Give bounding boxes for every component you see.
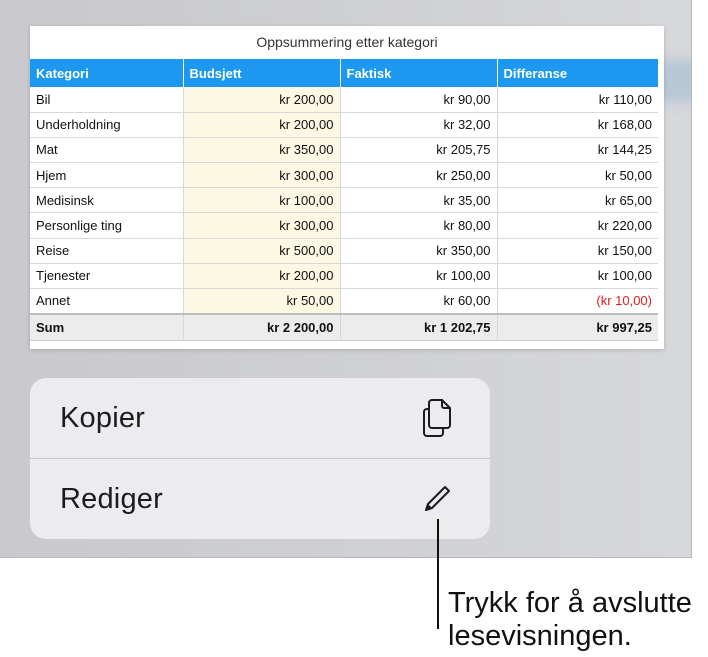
- table-row: Mat kr 350,00 kr 205,75 kr 144,25: [30, 137, 658, 164]
- budget-cell: kr 50,00: [182, 288, 340, 315]
- actual-cell: kr 90,00: [339, 87, 497, 113]
- category-cell: Mat: [30, 137, 183, 164]
- category-cell: Underholdning: [30, 112, 183, 138]
- callout-line-1: Trykk for å avslutte: [448, 587, 692, 619]
- actual-cell: kr 35,00: [339, 187, 497, 214]
- actual-cell: kr 60,00: [339, 288, 497, 315]
- difference-cell: kr 150,00: [496, 238, 658, 264]
- actual-cell: kr 350,00: [339, 238, 497, 264]
- table-row: Medisinsk kr 100,00 kr 35,00 kr 65,00: [30, 187, 658, 214]
- total-label: Sum: [30, 312, 183, 342]
- actual-cell: kr 80,00: [339, 212, 497, 239]
- copy-icon: [420, 398, 454, 438]
- category-cell: Annet: [30, 288, 183, 315]
- category-cell: Hjem: [30, 162, 183, 189]
- table-row: Bil kr 200,00 kr 90,00 kr 110,00: [30, 87, 658, 113]
- budget-cell: kr 200,00: [182, 263, 340, 290]
- table-row: Personlige ting kr 300,00 kr 80,00 kr 220,0…: [30, 212, 658, 239]
- summary-table-card: Oppsummering etter kategori Kategori Bud…: [30, 26, 664, 349]
- actual-cell: kr 100,00: [339, 263, 497, 290]
- difference-cell: kr 168,00: [496, 112, 658, 138]
- context-menu: Kopier Rediger: [30, 378, 490, 539]
- actual-cell: kr 32,00: [339, 112, 497, 138]
- column-header-actual: Faktisk: [339, 59, 497, 87]
- table-header-row: Kategori Budsjett Faktisk Differanse: [30, 59, 658, 87]
- difference-cell: kr 100,00: [496, 263, 658, 290]
- table-row: Underholdning kr 200,00 kr 32,00 kr 168,00: [30, 112, 658, 138]
- category-cell: Bil: [30, 87, 183, 113]
- copy-menu-item[interactable]: Kopier: [30, 378, 490, 458]
- copy-label: Kopier: [60, 401, 146, 434]
- table-title: Oppsummering etter kategori: [256, 34, 438, 50]
- edit-menu-item[interactable]: Rediger: [30, 459, 490, 539]
- column-header-category: Kategori: [30, 59, 183, 87]
- callout-line: [437, 519, 439, 629]
- category-cell: Reise: [30, 238, 183, 264]
- ipad-screen: Oppsummering etter kategori Kategori Bud…: [0, 0, 692, 558]
- budget-cell: kr 300,00: [182, 162, 340, 189]
- category-cell: Tjenester: [30, 263, 183, 290]
- budget-cell: kr 100,00: [182, 187, 340, 214]
- summary-table: Kategori Budsjett Faktisk Differanse Bil…: [30, 59, 658, 342]
- total-actual: kr 1 202,75: [339, 312, 497, 342]
- budget-cell: kr 200,00: [182, 87, 340, 113]
- actual-cell: kr 205,75: [339, 137, 497, 164]
- budget-cell: kr 500,00: [182, 238, 340, 264]
- category-cell: Medisinsk: [30, 187, 183, 214]
- actual-cell: kr 250,00: [339, 162, 497, 189]
- total-difference: kr 997,25: [496, 312, 658, 342]
- total-budget: kr 2 200,00: [182, 312, 340, 342]
- difference-cell: kr 144,25: [496, 137, 658, 164]
- table-row: Annet kr 50,00 kr 60,00 (kr 10,00): [30, 288, 658, 315]
- table-row: Hjem kr 300,00 kr 250,00 kr 50,00: [30, 162, 658, 189]
- table-row: Tjenester kr 200,00 kr 100,00 kr 100,00: [30, 263, 658, 290]
- total-row: Sum kr 2 200,00 kr 1 202,75 kr 997,25: [30, 312, 658, 342]
- category-cell: Personlige ting: [30, 212, 183, 239]
- budget-cell: kr 200,00: [182, 112, 340, 138]
- column-header-difference: Differanse: [496, 59, 658, 87]
- budget-cell: kr 350,00: [182, 137, 340, 164]
- edit-label: Rediger: [60, 482, 163, 515]
- column-header-budget: Budsjett: [182, 59, 340, 87]
- difference-cell: kr 220,00: [496, 212, 658, 239]
- difference-cell: kr 65,00: [496, 187, 658, 214]
- pencil-icon: [420, 479, 454, 519]
- callout-text: Trykk for å avslutte lesevisningen.: [448, 587, 708, 653]
- difference-cell: kr 50,00: [496, 162, 658, 189]
- budget-cell: kr 300,00: [182, 212, 340, 239]
- difference-cell: kr 110,00: [496, 87, 658, 113]
- table-row: Reise kr 500,00 kr 350,00 kr 150,00: [30, 238, 658, 264]
- callout-line-2: lesevisningen.: [448, 620, 632, 652]
- difference-cell: (kr 10,00): [496, 288, 658, 315]
